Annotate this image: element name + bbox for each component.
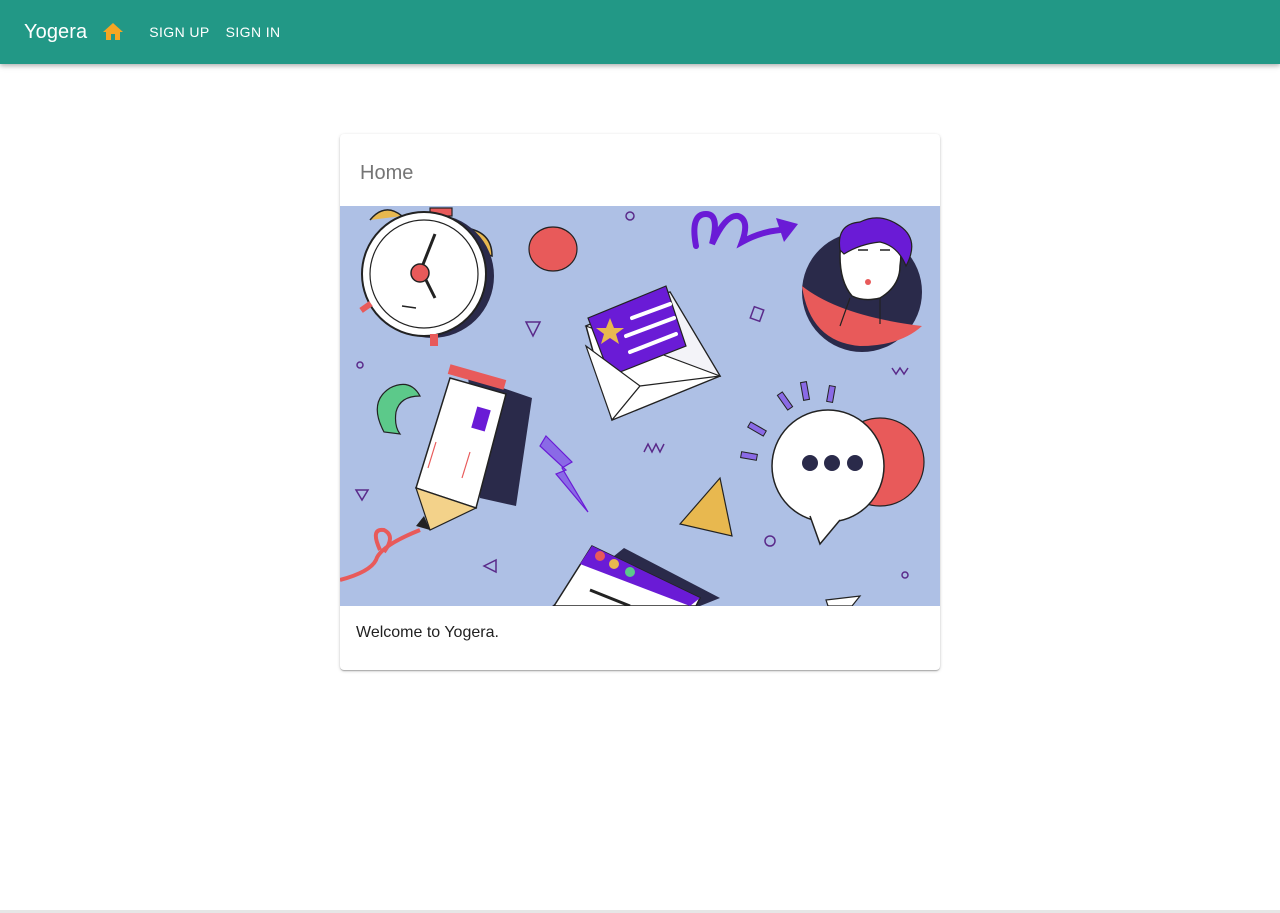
page: Yogera SIGN UP SIGN IN Home Welcome to Y…	[0, 0, 1280, 913]
home-icon	[103, 23, 124, 40]
app-bar: Yogera SIGN UP SIGN IN	[0, 0, 1280, 64]
card-title: Home	[360, 162, 414, 184]
home-button[interactable]	[101, 20, 125, 44]
brand-title[interactable]: Yogera	[24, 21, 87, 44]
card-illustration	[340, 206, 940, 608]
sign-in-button[interactable]: SIGN IN	[218, 16, 289, 48]
sign-up-button[interactable]: SIGN UP	[141, 16, 217, 48]
home-card: Home Welcome to Yogera.	[340, 134, 940, 670]
illustration-image	[340, 206, 940, 608]
welcome-text: Welcome to Yogera.	[356, 624, 499, 641]
